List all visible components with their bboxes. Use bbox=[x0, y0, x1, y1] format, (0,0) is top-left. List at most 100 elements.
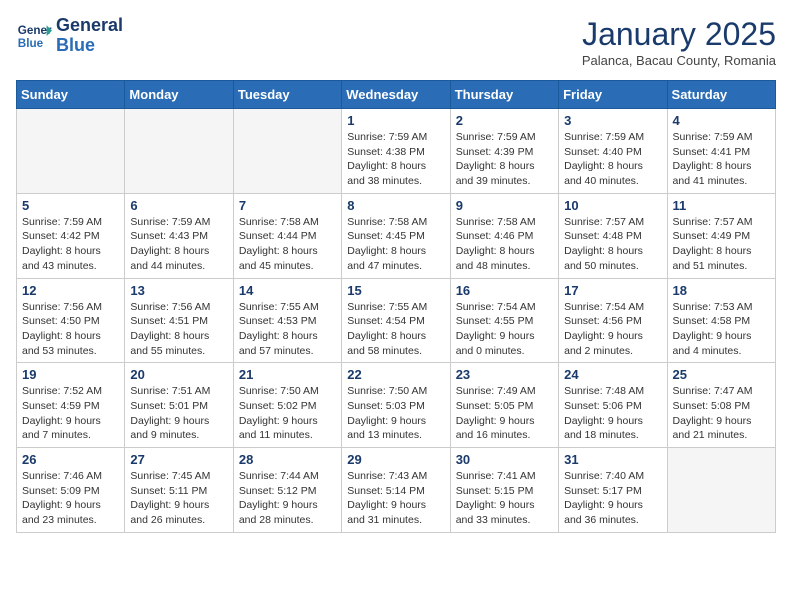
calendar-week-row: 5 Sunrise: 7:59 AMSunset: 4:42 PMDaylight… bbox=[17, 193, 776, 278]
day-number: 13 bbox=[130, 283, 227, 298]
calendar-cell: 4Sunrise: 7:59 AMSunset: 4:41 PMDaylight… bbox=[667, 109, 775, 194]
day-info: Sunrise: 7:59 AMSunset: 4:43 PMDaylight:… bbox=[130, 215, 227, 274]
logo-text: General Blue bbox=[56, 16, 123, 56]
day-number: 14 bbox=[239, 283, 336, 298]
weekday-header: Saturday bbox=[667, 81, 775, 109]
day-number: 15 bbox=[347, 283, 444, 298]
calendar-cell: 2Sunrise: 7:59 AMSunset: 4:39 PMDaylight… bbox=[450, 109, 558, 194]
day-info: Sunrise: 7:50 AMSunset: 5:02 PMDaylight:… bbox=[239, 384, 336, 443]
day-info: Sunrise: 7:51 AMSunset: 5:01 PMDaylight:… bbox=[130, 384, 227, 443]
day-info: Sunrise: 7:57 AMSunset: 4:48 PMDaylight:… bbox=[564, 215, 661, 274]
day-info: Sunrise: 7:56 AMSunset: 4:51 PMDaylight:… bbox=[130, 300, 227, 359]
day-number: 12 bbox=[22, 283, 119, 298]
day-number: 8 bbox=[347, 198, 444, 213]
calendar-cell: 19 Sunrise: 7:52 AMSunset: 4:59 PMDayligh… bbox=[17, 363, 125, 448]
calendar-cell: 8 Sunrise: 7:58 AMSunset: 4:45 PMDaylight… bbox=[342, 193, 450, 278]
day-number: 17 bbox=[564, 283, 661, 298]
day-number: 30 bbox=[456, 452, 553, 467]
day-number: 27 bbox=[130, 452, 227, 467]
weekday-header-row: SundayMondayTuesdayWednesdayThursdayFrid… bbox=[17, 81, 776, 109]
day-number: 20 bbox=[130, 367, 227, 382]
calendar-cell: 16 Sunrise: 7:54 AMSunset: 4:55 PMDayligh… bbox=[450, 278, 558, 363]
day-info: Sunrise: 7:59 AMSunset: 4:42 PMDaylight:… bbox=[22, 215, 119, 274]
calendar-cell: 29 Sunrise: 7:43 AMSunset: 5:14 PMDayligh… bbox=[342, 448, 450, 533]
day-info: Sunrise: 7:47 AMSunset: 5:08 PMDaylight:… bbox=[673, 384, 770, 443]
day-info: Sunrise: 7:58 AMSunset: 4:45 PMDaylight:… bbox=[347, 215, 444, 274]
weekday-header: Monday bbox=[125, 81, 233, 109]
calendar-cell: 24Sunrise: 7:48 AMSunset: 5:06 PMDayligh… bbox=[559, 363, 667, 448]
calendar-cell: 3 Sunrise: 7:59 AMSunset: 4:40 PMDaylight… bbox=[559, 109, 667, 194]
day-info: Sunrise: 7:53 AMSunset: 4:58 PMDaylight:… bbox=[673, 300, 770, 359]
page-header: General Blue General Blue January 2025 P… bbox=[16, 16, 776, 68]
calendar-cell: 14 Sunrise: 7:55 AMSunset: 4:53 PMDayligh… bbox=[233, 278, 341, 363]
day-info: Sunrise: 7:43 AMSunset: 5:14 PMDaylight:… bbox=[347, 469, 444, 528]
day-number: 3 bbox=[564, 113, 661, 128]
day-info: Sunrise: 7:59 AMSunset: 4:38 PMDaylight:… bbox=[347, 130, 444, 189]
day-number: 6 bbox=[130, 198, 227, 213]
day-number: 5 bbox=[22, 198, 119, 213]
title-block: January 2025 Palanca, Bacau County, Roma… bbox=[582, 16, 776, 68]
day-number: 2 bbox=[456, 113, 553, 128]
calendar-cell bbox=[233, 109, 341, 194]
day-number: 9 bbox=[456, 198, 553, 213]
day-number: 24 bbox=[564, 367, 661, 382]
calendar-cell bbox=[667, 448, 775, 533]
calendar-cell: 17Sunrise: 7:54 AMSunset: 4:56 PMDayligh… bbox=[559, 278, 667, 363]
calendar-cell: 25Sunrise: 7:47 AMSunset: 5:08 PMDayligh… bbox=[667, 363, 775, 448]
day-number: 26 bbox=[22, 452, 119, 467]
calendar-cell bbox=[125, 109, 233, 194]
day-info: Sunrise: 7:45 AMSunset: 5:11 PMDaylight:… bbox=[130, 469, 227, 528]
calendar-cell: 11 Sunrise: 7:57 AMSunset: 4:49 PMDayligh… bbox=[667, 193, 775, 278]
calendar-cell: 22 Sunrise: 7:50 AMSunset: 5:03 PMDayligh… bbox=[342, 363, 450, 448]
weekday-header: Friday bbox=[559, 81, 667, 109]
calendar-cell: 20 Sunrise: 7:51 AMSunset: 5:01 PMDayligh… bbox=[125, 363, 233, 448]
day-info: Sunrise: 7:50 AMSunset: 5:03 PMDaylight:… bbox=[347, 384, 444, 443]
calendar-week-row: 1Sunrise: 7:59 AMSunset: 4:38 PMDaylight… bbox=[17, 109, 776, 194]
calendar-cell: 9 Sunrise: 7:58 AMSunset: 4:46 PMDaylight… bbox=[450, 193, 558, 278]
calendar-table: SundayMondayTuesdayWednesdayThursdayFrid… bbox=[16, 80, 776, 533]
day-number: 19 bbox=[22, 367, 119, 382]
day-number: 16 bbox=[456, 283, 553, 298]
day-number: 10 bbox=[564, 198, 661, 213]
weekday-header: Thursday bbox=[450, 81, 558, 109]
day-info: Sunrise: 7:55 AMSunset: 4:54 PMDaylight:… bbox=[347, 300, 444, 359]
calendar-cell: 15 Sunrise: 7:55 AMSunset: 4:54 PMDayligh… bbox=[342, 278, 450, 363]
calendar-cell: 1Sunrise: 7:59 AMSunset: 4:38 PMDaylight… bbox=[342, 109, 450, 194]
calendar-cell: 7 Sunrise: 7:58 AMSunset: 4:44 PMDaylight… bbox=[233, 193, 341, 278]
calendar-cell: 6 Sunrise: 7:59 AMSunset: 4:43 PMDaylight… bbox=[125, 193, 233, 278]
day-info: Sunrise: 7:40 AMSunset: 5:17 PMDaylight:… bbox=[564, 469, 661, 528]
day-number: 21 bbox=[239, 367, 336, 382]
weekday-header: Wednesday bbox=[342, 81, 450, 109]
day-number: 31 bbox=[564, 452, 661, 467]
calendar-week-row: 12 Sunrise: 7:56 AMSunset: 4:50 PMDayligh… bbox=[17, 278, 776, 363]
day-info: Sunrise: 7:56 AMSunset: 4:50 PMDaylight:… bbox=[22, 300, 119, 359]
day-number: 23 bbox=[456, 367, 553, 382]
day-info: Sunrise: 7:52 AMSunset: 4:59 PMDaylight:… bbox=[22, 384, 119, 443]
day-info: Sunrise: 7:55 AMSunset: 4:53 PMDaylight:… bbox=[239, 300, 336, 359]
day-number: 7 bbox=[239, 198, 336, 213]
weekday-header: Tuesday bbox=[233, 81, 341, 109]
day-number: 29 bbox=[347, 452, 444, 467]
day-info: Sunrise: 7:41 AMSunset: 5:15 PMDaylight:… bbox=[456, 469, 553, 528]
calendar-cell: 12 Sunrise: 7:56 AMSunset: 4:50 PMDayligh… bbox=[17, 278, 125, 363]
calendar-cell bbox=[17, 109, 125, 194]
month-title: January 2025 bbox=[582, 16, 776, 53]
day-info: Sunrise: 7:46 AMSunset: 5:09 PMDaylight:… bbox=[22, 469, 119, 528]
calendar-cell: 31 Sunrise: 7:40 AMSunset: 5:17 PMDayligh… bbox=[559, 448, 667, 533]
calendar-cell: 23Sunrise: 7:49 AMSunset: 5:05 PMDayligh… bbox=[450, 363, 558, 448]
day-info: Sunrise: 7:54 AMSunset: 4:55 PMDaylight:… bbox=[456, 300, 553, 359]
calendar-cell: 27 Sunrise: 7:45 AMSunset: 5:11 PMDayligh… bbox=[125, 448, 233, 533]
calendar-cell: 5 Sunrise: 7:59 AMSunset: 4:42 PMDaylight… bbox=[17, 193, 125, 278]
calendar-cell: 28Sunrise: 7:44 AMSunset: 5:12 PMDayligh… bbox=[233, 448, 341, 533]
day-info: Sunrise: 7:58 AMSunset: 4:46 PMDaylight:… bbox=[456, 215, 553, 274]
day-number: 11 bbox=[673, 198, 770, 213]
weekday-header: Sunday bbox=[17, 81, 125, 109]
calendar-week-row: 19 Sunrise: 7:52 AMSunset: 4:59 PMDayligh… bbox=[17, 363, 776, 448]
day-info: Sunrise: 7:58 AMSunset: 4:44 PMDaylight:… bbox=[239, 215, 336, 274]
calendar-cell: 13 Sunrise: 7:56 AMSunset: 4:51 PMDayligh… bbox=[125, 278, 233, 363]
day-number: 22 bbox=[347, 367, 444, 382]
day-info: Sunrise: 7:57 AMSunset: 4:49 PMDaylight:… bbox=[673, 215, 770, 274]
calendar-cell: 18Sunrise: 7:53 AMSunset: 4:58 PMDayligh… bbox=[667, 278, 775, 363]
day-info: Sunrise: 7:59 AMSunset: 4:40 PMDaylight:… bbox=[564, 130, 661, 189]
calendar-cell: 26 Sunrise: 7:46 AMSunset: 5:09 PMDayligh… bbox=[17, 448, 125, 533]
